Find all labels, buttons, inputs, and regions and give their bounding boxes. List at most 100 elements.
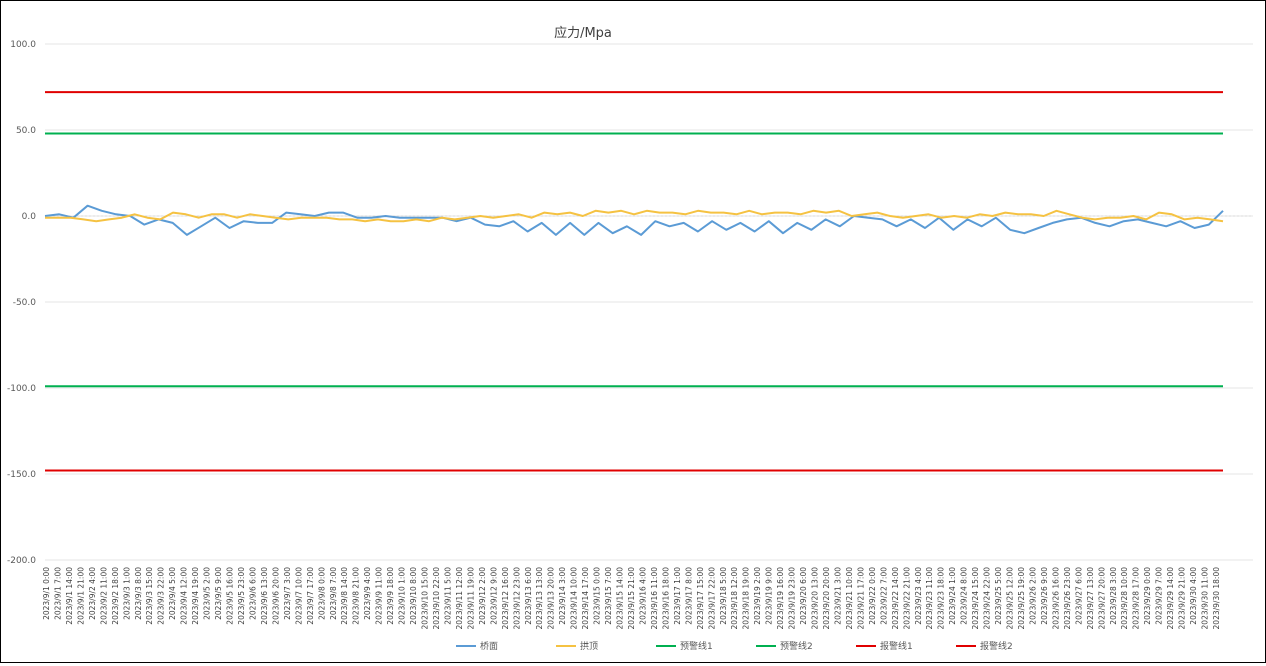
y-tick-label: -100.0 (7, 384, 36, 394)
x-tick-label: 2023/9/29 21:00 (1178, 567, 1187, 630)
x-tick-label: 2023/9/1 7:00 (54, 567, 63, 620)
x-tick-label: 2023/9/8 21:00 (352, 567, 361, 625)
x-tick-label: 2023/9/28 3:00 (1109, 567, 1118, 625)
x-tick-label: 2023/9/27 20:00 (1097, 567, 1106, 630)
x-tick-label: 2023/9/28 17:00 (1132, 567, 1141, 630)
y-tick-label: -150.0 (7, 470, 36, 480)
x-tick-label: 2023/9/23 11:00 (925, 567, 934, 630)
x-tick-label: 2023/9/7 17:00 (306, 567, 315, 625)
x-tick-label: 2023/9/22 7:00 (879, 567, 888, 625)
x-tick-label: 2023/9/9 11:00 (375, 567, 384, 625)
x-tick-label: 2023/9/19 23:00 (788, 567, 797, 630)
x-tick-label: 2023/9/21 3:00 (834, 567, 843, 625)
x-tick-label: 2023/9/5 9:00 (214, 567, 223, 620)
y-tick-label: -200.0 (7, 556, 36, 566)
x-tick-label: 2023/9/6 20:00 (271, 567, 280, 625)
x-tick-label: 2023/9/26 2:00 (1029, 567, 1038, 625)
x-tick-label: 2023/9/15 0:00 (593, 567, 602, 625)
x-tick-label: 2023/9/12 23:00 (512, 567, 521, 630)
x-tick-label: 2023/9/8 14:00 (340, 567, 349, 625)
x-tick-label: 2023/9/19 16:00 (776, 567, 785, 630)
x-tick-label: 2023/9/9 4:00 (363, 567, 372, 620)
y-tick-label: 50.0 (16, 126, 36, 136)
x-tick-label: 2023/9/11 19:00 (466, 567, 475, 630)
x-tick-label: 2023/9/22 0:00 (868, 567, 877, 625)
x-tick-label: 2023/9/7 3:00 (283, 567, 292, 620)
x-tick-label: 2023/9/10 1:00 (398, 567, 407, 625)
x-tick-label: 2023/9/25 12:00 (1006, 567, 1015, 630)
x-tick-label: 2023/9/12 2:00 (478, 567, 487, 625)
x-tick-label: 2023/9/17 15:00 (696, 567, 705, 630)
x-tick-label: 2023/9/4 12:00 (180, 567, 189, 625)
x-tick-label: 2023/9/21 10:00 (845, 567, 854, 630)
x-tick-label: 2023/9/1 0:00 (42, 567, 51, 620)
x-tick-label: 2023/9/10 22:00 (432, 567, 441, 630)
legend-label: 报警线1 (880, 640, 913, 652)
x-tick-label: 2023/9/22 21:00 (902, 567, 911, 630)
x-tick-label: 2023/9/30 4:00 (1189, 567, 1198, 625)
x-tick-label: 2023/9/24 15:00 (971, 567, 980, 630)
x-tick-label: 2023/9/17 8:00 (684, 567, 693, 625)
x-tick-label: 2023/9/18 5:00 (719, 567, 728, 625)
x-tick-label: 2023/9/11 12:00 (455, 567, 464, 630)
x-tick-label: 2023/9/2 18:00 (111, 567, 120, 625)
x-tick-label: 2023/9/19 2:00 (753, 567, 762, 625)
gridlines (45, 43, 1253, 561)
x-tick-label: 2023/9/16 4:00 (639, 567, 648, 625)
x-tick-label: 2023/9/13 6:00 (524, 567, 533, 625)
chart-legend: 桥面 拱顶 预警线1 预警线2 报警线1 报警线2 (456, 640, 1013, 652)
x-tick-label: 2023/9/8 0:00 (317, 567, 326, 620)
x-tick-label: 2023/9/6 6:00 (249, 567, 258, 620)
series-line (44, 204, 1224, 236)
legend-label: 预警线1 (680, 640, 713, 652)
x-tick-label: 2023/9/16 18:00 (661, 567, 670, 630)
x-tick-label: 2023/9/16 11:00 (650, 567, 659, 630)
legend-label: 桥面 (480, 640, 498, 652)
x-tick-label: 2023/9/7 10:00 (294, 567, 303, 625)
x-tick-label: 2023/9/15 21:00 (627, 567, 636, 630)
x-tick-label: 2023/9/12 9:00 (489, 567, 498, 625)
x-tick-label: 2023/9/17 22:00 (707, 567, 716, 630)
x-tick-label: 2023/9/1 14:00 (65, 567, 74, 625)
chart-frame: 应力/Mpa 100.0 50.0 0.0 -50.0 -100.0 -150.0 -200… (0, 0, 1266, 663)
reference-lines (45, 91, 1223, 472)
x-tick-label: 2023/9/3 15:00 (145, 567, 154, 625)
x-tick-label: 2023/9/30 18:00 (1212, 567, 1221, 630)
x-tick-label: 2023/9/2 11:00 (99, 567, 108, 625)
x-tick-label: 2023/9/21 17:00 (856, 567, 865, 630)
x-tick-label: 2023/9/15 14:00 (616, 567, 625, 630)
x-tick-label: 2023/9/8 7:00 (329, 567, 338, 620)
x-tick-label: 2023/9/5 2:00 (203, 567, 212, 620)
x-tick-label: 2023/9/20 6:00 (799, 567, 808, 625)
legend-label: 预警线2 (780, 640, 813, 652)
x-tick-label: 2023/9/9 18:00 (386, 567, 395, 625)
x-tick-label: 2023/9/6 13:00 (260, 567, 269, 625)
x-tick-label: 2023/9/14 17:00 (581, 567, 590, 630)
y-tick-label: 100.0 (10, 40, 36, 50)
x-tick-label: 2023/9/24 1:00 (948, 567, 957, 625)
x-tick-label: 2023/9/18 12:00 (730, 567, 739, 630)
x-tick-label: 2023/9/3 1:00 (122, 567, 131, 620)
chart-title: 应力/Mpa (554, 25, 612, 41)
x-tick-label: 2023/9/5 23:00 (237, 567, 246, 625)
x-tick-label: 2023/9/29 14:00 (1166, 567, 1175, 630)
x-tick-label: 2023/9/5 16:00 (226, 567, 235, 625)
x-tick-label: 2023/9/27 6:00 (1074, 567, 1083, 625)
x-tick-label: 2023/9/23 18:00 (937, 567, 946, 630)
x-tick-label: 2023/9/11 5:00 (444, 567, 453, 625)
x-tick-label: 2023/9/13 13:00 (535, 567, 544, 630)
x-tick-label: 2023/9/26 9:00 (1040, 567, 1049, 625)
x-tick-label: 2023/9/15 7:00 (604, 567, 613, 625)
x-tick-label: 2023/9/30 11:00 (1201, 567, 1210, 630)
x-tick-label: 2023/9/18 19:00 (742, 567, 751, 630)
x-tick-label: 2023/9/24 22:00 (983, 567, 992, 630)
y-axis-ticks: 100.0 50.0 0.0 -50.0 -100.0 -150.0 -200.0 (7, 40, 36, 566)
stress-line-chart: 应力/Mpa 100.0 50.0 0.0 -50.0 -100.0 -150.0 -200… (7, 25, 1253, 652)
x-tick-label: 2023/9/29 0:00 (1143, 567, 1152, 625)
x-tick-label: 2023/9/3 8:00 (134, 567, 143, 620)
x-tick-label: 2023/9/1 21:00 (76, 567, 85, 625)
x-tick-label: 2023/9/28 10:00 (1120, 567, 1129, 630)
x-tick-label: 2023/9/13 20:00 (547, 567, 556, 630)
data-series (44, 204, 1224, 236)
x-tick-label: 2023/9/23 4:00 (914, 567, 923, 625)
